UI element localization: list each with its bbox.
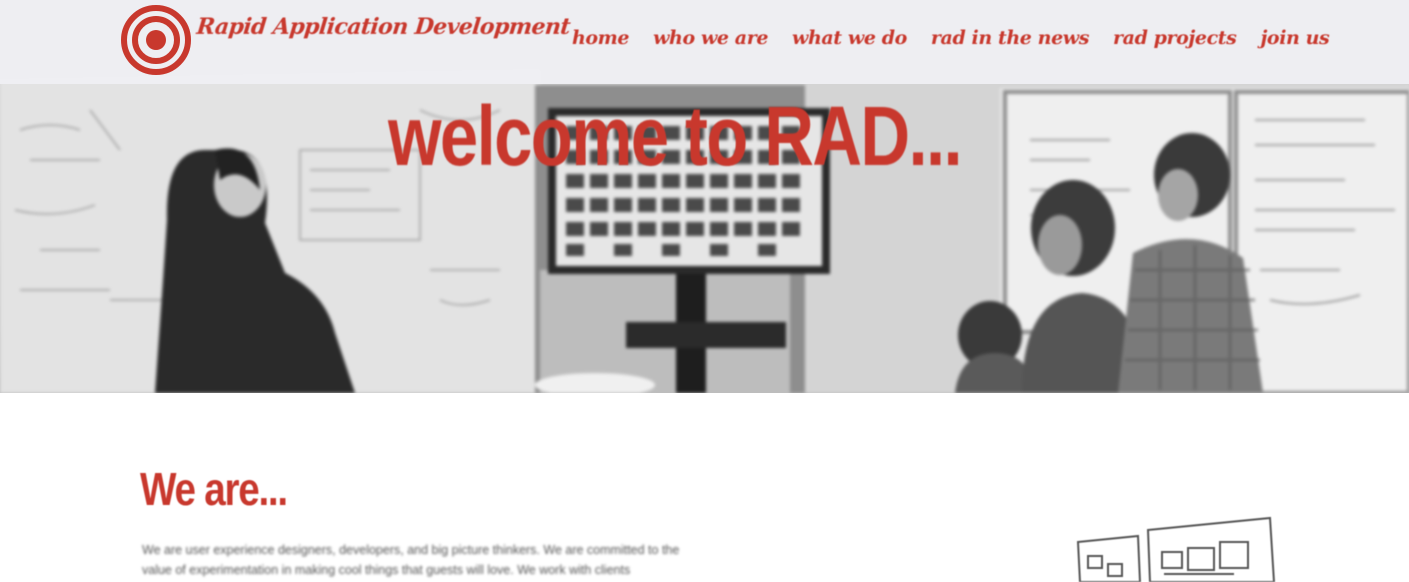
- hero-title: welcome to RAD...: [388, 89, 963, 183]
- about-heading: We are...: [140, 463, 288, 515]
- nav-item-home[interactable]: home: [560, 18, 641, 58]
- brand-name[interactable]: Rapid Application Development: [194, 14, 571, 54]
- whiteboard-sketch-illustration: [1076, 516, 1276, 582]
- nav-item-join-us[interactable]: join us: [1248, 18, 1341, 58]
- nav-item-who-we-are[interactable]: who we are: [641, 18, 780, 58]
- nav-item-what-we-do[interactable]: what we do: [780, 18, 919, 58]
- top-navigation-bar: Rapid Application Development home who w…: [0, 0, 1409, 84]
- nav-item-rad-projects[interactable]: rad projects: [1101, 18, 1248, 58]
- main-nav: home who we are what we do rad in the ne…: [560, 18, 1341, 58]
- nav-item-rad-in-the-news[interactable]: rad in the news: [919, 18, 1101, 58]
- about-body-text: We are user experience designers, develo…: [142, 543, 680, 577]
- hero-banner: Rapid Application Development home who w…: [0, 0, 1409, 393]
- target-icon[interactable]: [120, 4, 192, 76]
